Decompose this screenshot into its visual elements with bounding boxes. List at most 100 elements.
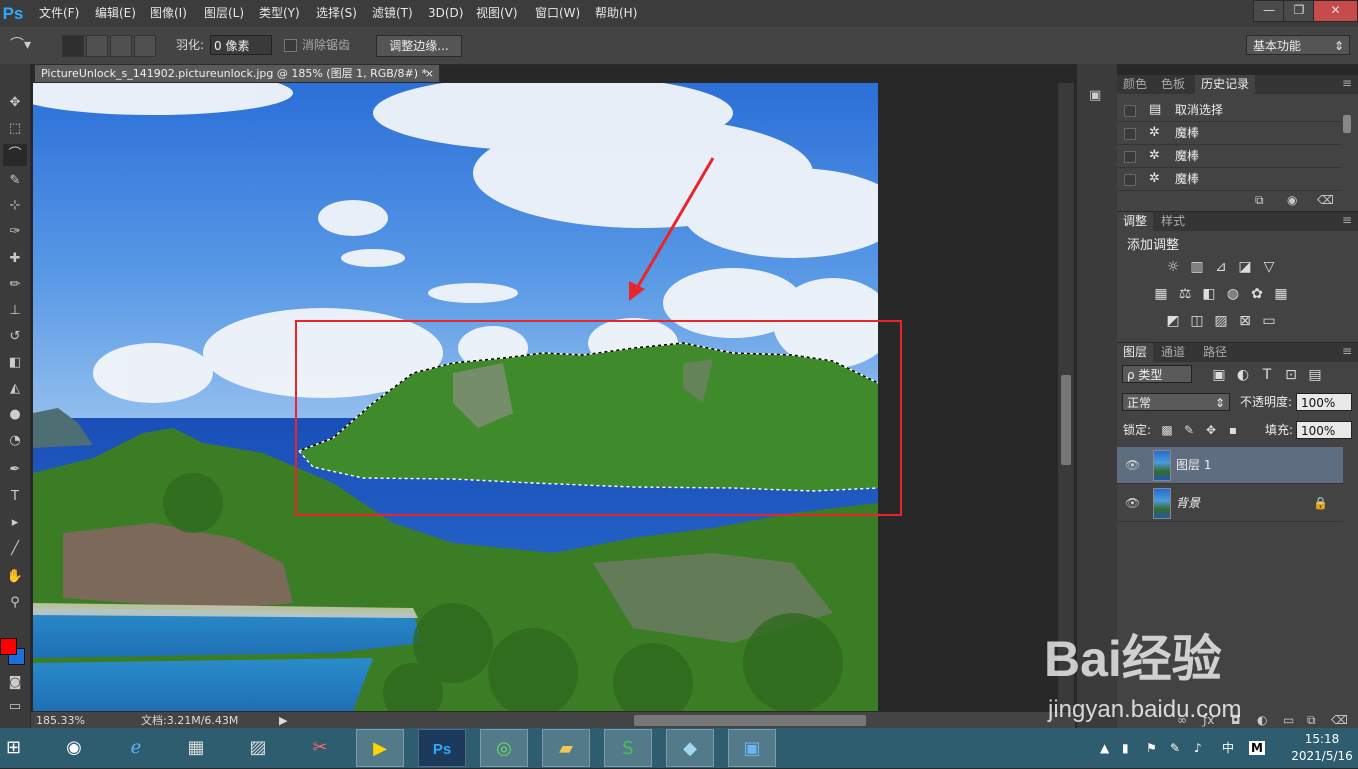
- tab-layers[interactable]: 图层: [1117, 343, 1154, 362]
- menu-view[interactable]: 视图(V): [476, 0, 518, 27]
- clone-stamp-tool-icon[interactable]: ⊥: [3, 300, 27, 322]
- trash-icon[interactable]: ⌫: [1317, 193, 1334, 207]
- type-tool-icon[interactable]: T: [3, 486, 27, 508]
- menu-3d[interactable]: 3D(D): [428, 0, 463, 27]
- scrollbar-thumb[interactable]: [1061, 375, 1071, 465]
- menu-filter[interactable]: 滤镜(T): [372, 0, 413, 27]
- close-icon[interactable]: ×: [425, 65, 434, 82]
- snapshot-camera-icon[interactable]: ◉: [1287, 193, 1297, 207]
- history-scrollbar[interactable]: [1343, 115, 1351, 133]
- player-icon[interactable]: ▶: [356, 729, 404, 767]
- filter-adjustment-icon[interactable]: ◐: [1235, 367, 1251, 383]
- tools-app-icon[interactable]: ✂: [296, 729, 344, 767]
- lock-position-icon[interactable]: ✥: [1203, 422, 1219, 438]
- antialias-checkbox[interactable]: [284, 39, 297, 52]
- workspace-select[interactable]: 基本功能 ⇕: [1246, 35, 1350, 55]
- intersect-selection-button[interactable]: [134, 35, 156, 57]
- lock-pixels-icon[interactable]: ✎: [1181, 422, 1197, 438]
- eyedropper-tool-icon[interactable]: ✑: [3, 221, 27, 243]
- exposure-icon[interactable]: ◪: [1237, 259, 1253, 275]
- selective-color-icon[interactable]: ⊠: [1237, 313, 1253, 329]
- tray-app-icon[interactable]: ▮: [1122, 728, 1129, 768]
- menu-window[interactable]: 窗口(W): [535, 0, 580, 27]
- lasso-preset-icon[interactable]: ⌒▾: [10, 35, 40, 55]
- fill-input[interactable]: 100%: [1296, 421, 1352, 439]
- lock-all-icon[interactable]: ▪: [1225, 422, 1241, 438]
- line-tool-icon[interactable]: ╱: [3, 538, 27, 560]
- marquee-tool-icon[interactable]: ⬚: [3, 118, 27, 140]
- panel-menu-icon[interactable]: ≡: [1342, 213, 1352, 227]
- ime-indicator[interactable]: 中: [1222, 728, 1234, 768]
- tab-history[interactable]: 历史记录: [1195, 75, 1256, 94]
- browser-icon[interactable]: ◎: [480, 729, 528, 767]
- crop-tool-icon[interactable]: ⊹: [3, 195, 27, 217]
- subtract-selection-button[interactable]: [110, 35, 132, 57]
- properties-panel-icon[interactable]: ▣: [1089, 88, 1105, 104]
- audio-app-icon[interactable]: ◉: [50, 729, 98, 767]
- history-checkbox[interactable]: [1124, 105, 1136, 117]
- color-lookup-icon[interactable]: ▦: [1273, 286, 1289, 302]
- vertical-scrollbar[interactable]: [1058, 83, 1074, 711]
- network-icon[interactable]: ⚑: [1146, 728, 1157, 768]
- path-select-tool-icon[interactable]: ▸: [3, 512, 27, 534]
- notes-icon[interactable]: ◆: [666, 729, 714, 767]
- dodge-tool-icon[interactable]: ◔: [3, 430, 27, 452]
- document-tab[interactable]: PictureUnlock_s_141902.pictureunlock.jpg…: [34, 64, 440, 82]
- folder-icon[interactable]: ▰: [542, 729, 590, 767]
- quick-select-tool-icon[interactable]: ✎: [3, 170, 27, 192]
- zoom-tool-icon[interactable]: ⚲: [3, 592, 27, 614]
- picture-viewer-icon[interactable]: ▣: [728, 729, 776, 767]
- tray-expand-icon[interactable]: ▲: [1100, 728, 1109, 768]
- screen-mode-icon[interactable]: ▭: [3, 696, 27, 718]
- history-item[interactable]: ▤ 取消选择: [1117, 99, 1341, 122]
- eraser-tool-icon[interactable]: ◧: [3, 352, 27, 374]
- blend-mode-select[interactable]: 正常 ⇕: [1122, 393, 1230, 411]
- add-selection-button[interactable]: [86, 35, 108, 57]
- history-brush-tool-icon[interactable]: ↺: [3, 326, 27, 348]
- tab-styles[interactable]: 样式: [1155, 212, 1191, 231]
- history-item[interactable]: ✲ 魔棒: [1117, 168, 1341, 191]
- menu-type[interactable]: 类型(Y): [259, 0, 300, 27]
- brush-tool-icon[interactable]: ✏: [3, 274, 27, 296]
- visibility-eye-icon[interactable]: 👁: [1125, 485, 1141, 521]
- menu-file[interactable]: 文件(F): [39, 0, 79, 27]
- tab-color[interactable]: 颜色: [1117, 75, 1153, 94]
- pen-tool-icon[interactable]: ✒: [3, 459, 27, 481]
- menu-layer[interactable]: 图层(L): [204, 0, 244, 27]
- calculator-icon[interactable]: ▦: [172, 729, 220, 767]
- visibility-eye-icon[interactable]: 👁: [1125, 447, 1141, 483]
- filter-pixel-icon[interactable]: ▣: [1211, 367, 1227, 383]
- refine-edge-button[interactable]: 调整边缘...: [376, 35, 462, 57]
- ime-mode-icon[interactable]: M: [1249, 741, 1265, 755]
- photo-filter-icon[interactable]: ◍: [1225, 286, 1241, 302]
- levels-icon[interactable]: ▥: [1189, 259, 1205, 275]
- new-selection-button[interactable]: [62, 35, 84, 57]
- paint-bucket-tool-icon[interactable]: ◭: [3, 378, 27, 400]
- filter-type-icon[interactable]: T: [1259, 367, 1275, 383]
- photoshop-icon[interactable]: Ps: [418, 729, 466, 767]
- menu-edit[interactable]: 编辑(E): [95, 0, 136, 27]
- wps-icon[interactable]: S: [604, 729, 652, 767]
- history-item[interactable]: ✲ 魔棒: [1117, 145, 1341, 168]
- opacity-input[interactable]: 100%: [1296, 393, 1352, 411]
- tab-paths[interactable]: 路径: [1197, 343, 1233, 362]
- tab-adjustments[interactable]: 调整: [1117, 212, 1154, 231]
- tab-swatches[interactable]: 色板: [1155, 75, 1191, 94]
- history-checkbox[interactable]: [1124, 151, 1136, 163]
- zoom-readout[interactable]: 185.33%: [36, 712, 85, 729]
- volume-icon[interactable]: ♪: [1194, 728, 1202, 768]
- menu-image[interactable]: 图像(I): [150, 0, 187, 27]
- curves-icon[interactable]: ⊿: [1213, 259, 1229, 275]
- gradient-map-icon[interactable]: ▭: [1261, 313, 1277, 329]
- channel-mixer-icon[interactable]: ✿: [1249, 286, 1265, 302]
- hue-saturation-icon[interactable]: ▦: [1153, 286, 1169, 302]
- monitor-app-icon[interactable]: ▨: [234, 729, 282, 767]
- healing-brush-tool-icon[interactable]: ✚: [3, 248, 27, 270]
- horizontal-scrollbar-thumb[interactable]: [634, 715, 866, 726]
- move-tool-icon[interactable]: ✥: [3, 92, 27, 114]
- hand-tool-icon[interactable]: ✋: [3, 566, 27, 588]
- vibrance-icon[interactable]: ▽: [1261, 259, 1277, 275]
- close-button[interactable]: ✕: [1313, 0, 1358, 22]
- filter-shape-icon[interactable]: ⊡: [1283, 367, 1299, 383]
- lock-transparency-icon[interactable]: ▩: [1159, 422, 1175, 438]
